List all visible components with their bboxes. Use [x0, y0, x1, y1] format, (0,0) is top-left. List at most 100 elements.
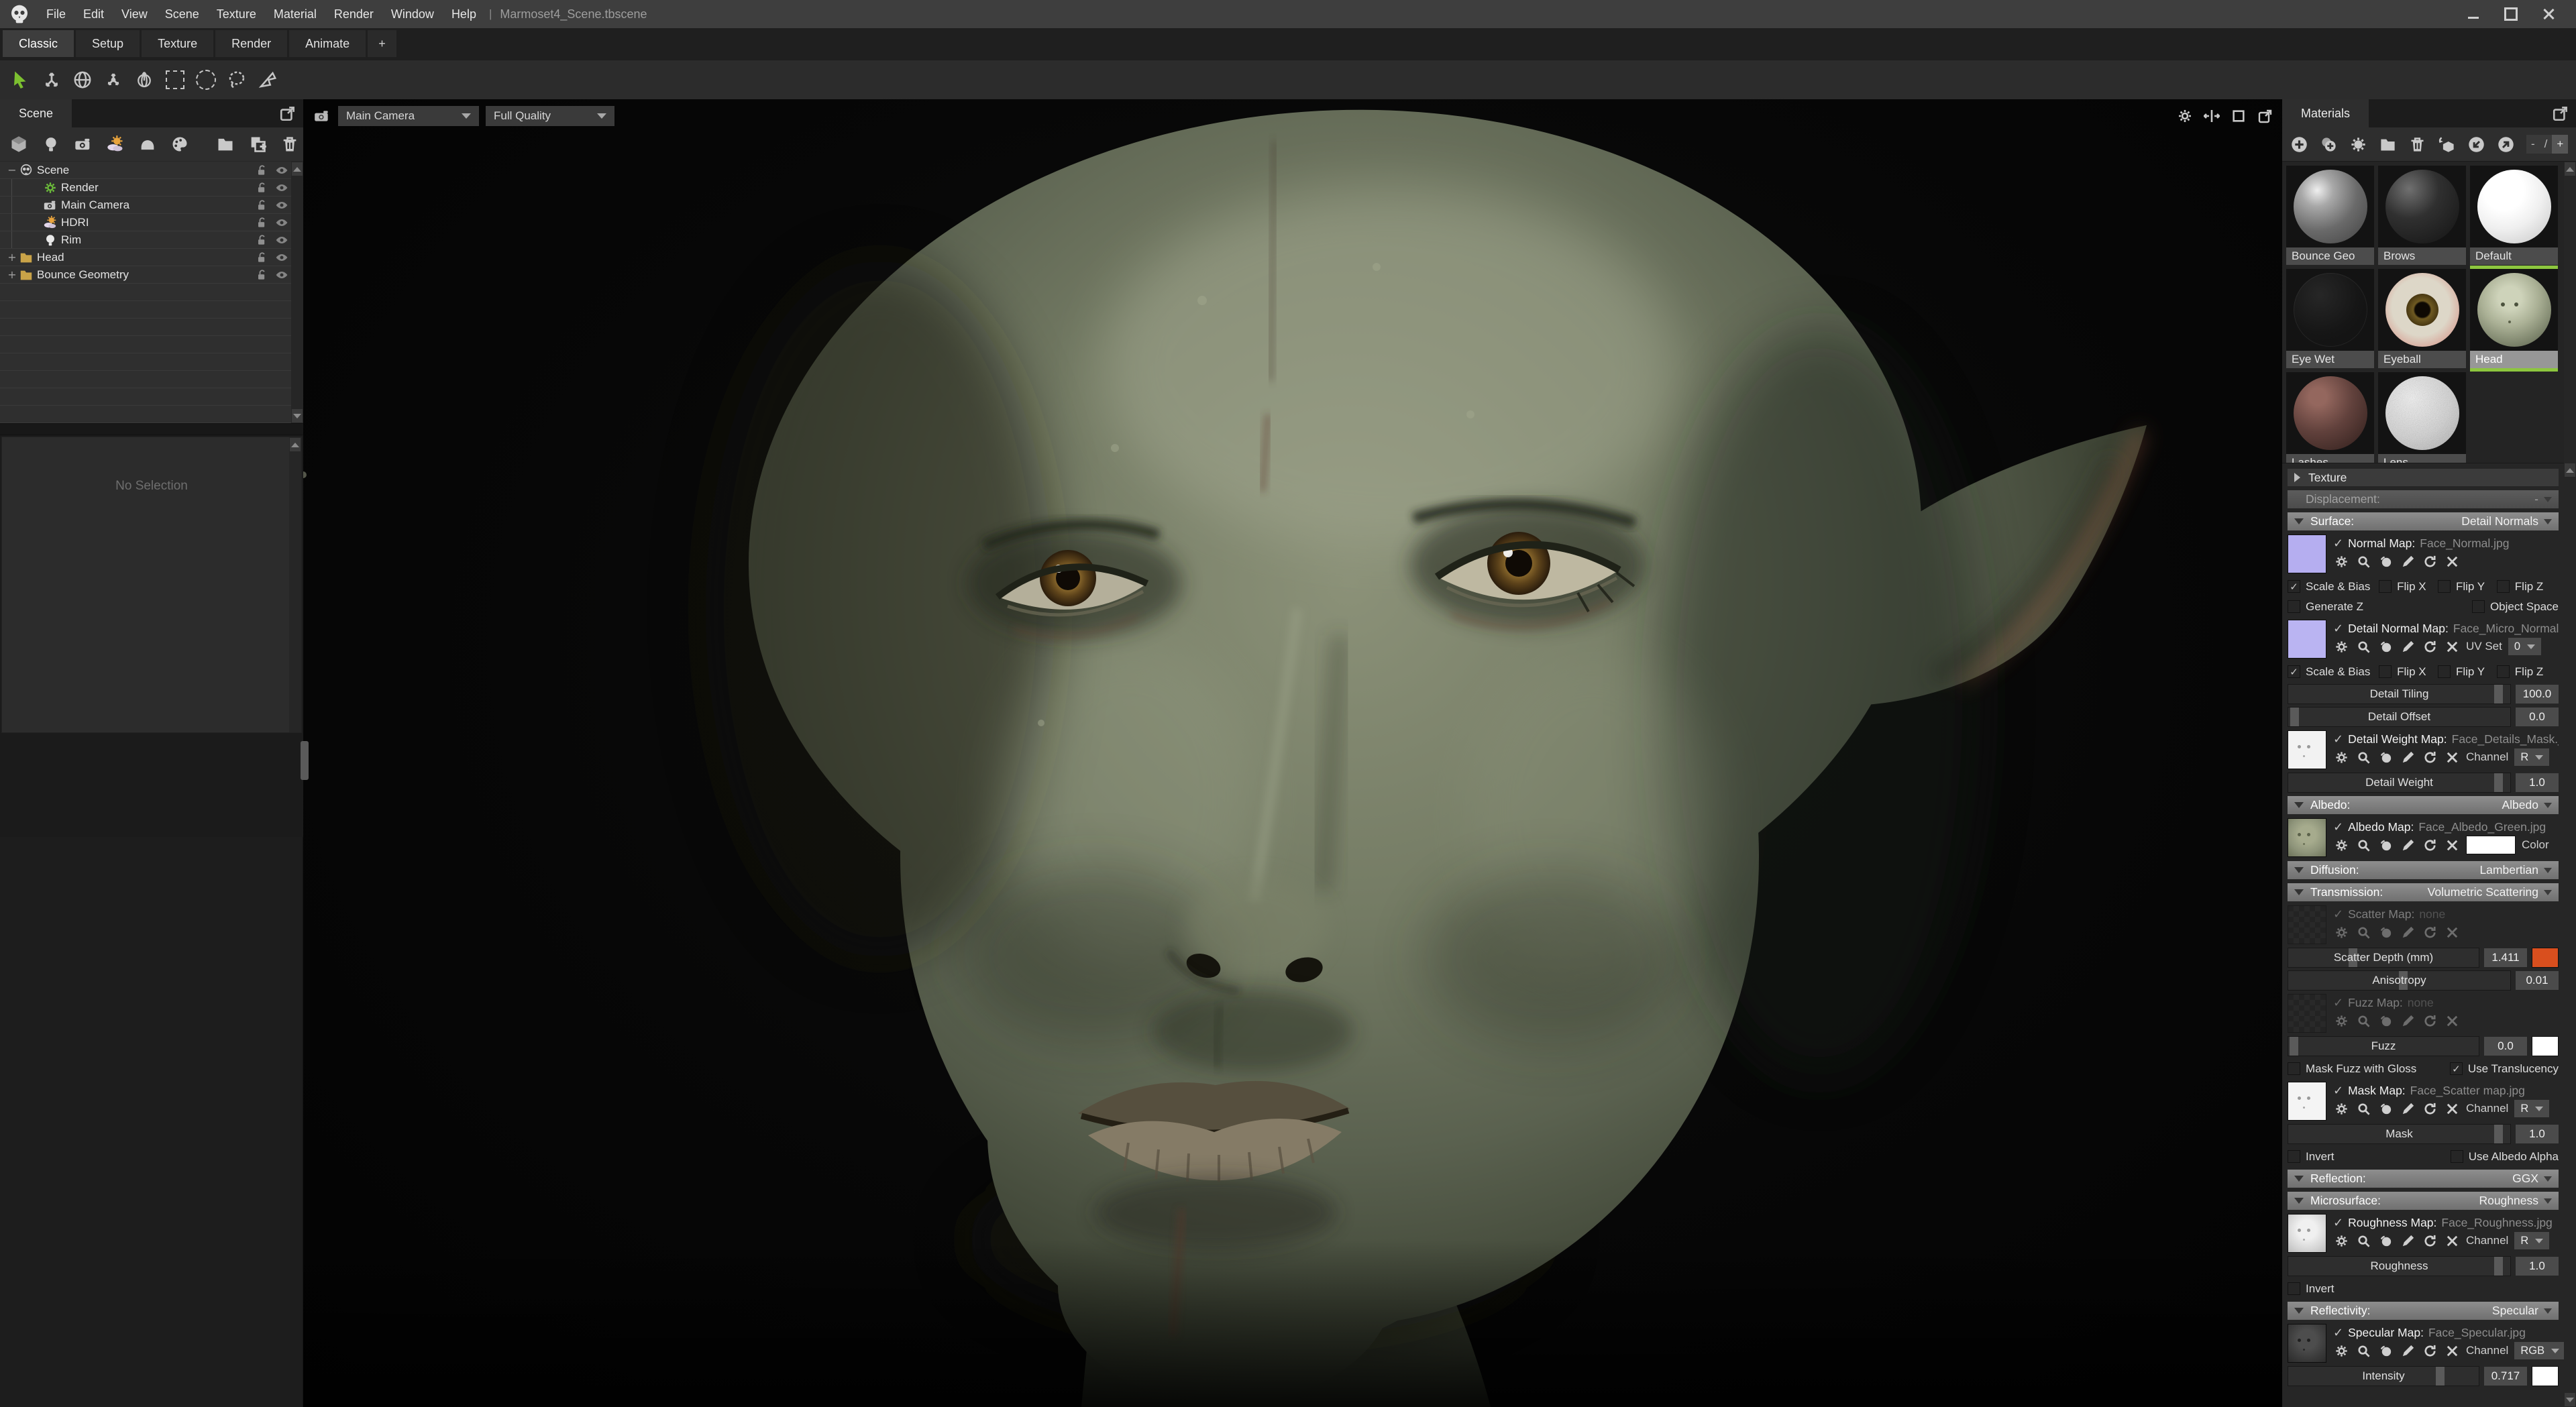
visibility-icon[interactable]	[275, 216, 288, 229]
section-header-displacement[interactable]: Displacement:-	[2288, 490, 2559, 508]
materials-panel-tab[interactable]: Materials	[2282, 99, 2369, 127]
preview-sphere-icon[interactable]	[2377, 1233, 2394, 1249]
assign-material-icon[interactable]	[2438, 135, 2456, 154]
minimize-button[interactable]	[2463, 4, 2483, 24]
close-button[interactable]	[2538, 4, 2559, 24]
reload-icon[interactable]	[2422, 1101, 2438, 1117]
preview-sphere-icon[interactable]	[2377, 924, 2394, 940]
clear-icon[interactable]	[2444, 749, 2460, 765]
slider-value[interactable]: 1.0	[2516, 1257, 2559, 1276]
settings-icon[interactable]	[2333, 638, 2349, 655]
checkbox-box[interactable]: ✓	[2288, 580, 2300, 593]
menu-help[interactable]: Help	[443, 0, 485, 28]
new-folder-icon[interactable]	[216, 135, 235, 154]
preview-sphere-icon[interactable]	[2377, 837, 2394, 853]
section-header-surface[interactable]: Surface:Detail Normals	[2288, 512, 2559, 530]
clear-icon[interactable]	[2444, 837, 2460, 853]
marquee-ellipse-tool[interactable]	[193, 67, 219, 93]
slider-track[interactable]: Fuzz	[2288, 1036, 2479, 1056]
slider-value[interactable]: 1.0	[2516, 773, 2559, 792]
checkbox-use-albedo-alpha[interactable]: Use Albedo Alpha	[2451, 1150, 2559, 1164]
map-enabled-checkbox[interactable]: ✓	[2333, 820, 2343, 834]
map-enabled-checkbox[interactable]: ✓	[2333, 1084, 2343, 1098]
material-eyeball[interactable]: Eyeball	[2378, 269, 2466, 368]
material-default[interactable]: Default	[2470, 166, 2558, 265]
checkbox-box[interactable]: ✓	[2450, 1062, 2463, 1075]
map-thumbnail-normal2[interactable]	[2288, 620, 2326, 659]
slider-value[interactable]: 100.0	[2516, 685, 2559, 704]
tree-item-bounce-geometry[interactable]: +Bounce Geometry	[0, 266, 303, 284]
map-filename[interactable]: none	[2408, 996, 2434, 1010]
checkbox-scale-&-bias[interactable]: ✓Scale & Bias	[2288, 665, 2379, 679]
color-swatch[interactable]	[2532, 1036, 2559, 1056]
checkbox-use-translucency[interactable]: ✓Use Translucency	[2450, 1062, 2559, 1076]
material-bounce-geo[interactable]: Bounce Geo	[2286, 166, 2374, 265]
slider-value[interactable]: 1.0	[2516, 1125, 2559, 1143]
tree-item-hdri[interactable]: HDRI	[0, 214, 303, 231]
checkbox-scale-&-bias[interactable]: ✓Scale & Bias	[2288, 580, 2379, 594]
visibility-icon[interactable]	[275, 251, 288, 264]
slider-value[interactable]: 0.01	[2516, 971, 2559, 990]
checkbox-flip-y[interactable]: Flip Y	[2438, 580, 2497, 594]
rotate-tool[interactable]	[70, 67, 95, 93]
duplicate-icon[interactable]	[248, 135, 267, 154]
menu-view[interactable]: View	[113, 0, 156, 28]
dock-resize-handle[interactable]	[301, 741, 309, 780]
menu-window[interactable]: Window	[382, 0, 443, 28]
map-filename[interactable]: Face_Albedo_Green.jpg	[2418, 820, 2546, 834]
add-fog-icon[interactable]	[138, 135, 157, 154]
map-thumbnail-maskdots[interactable]	[2288, 1082, 2326, 1121]
edit-icon[interactable]	[2400, 553, 2416, 569]
edit-icon[interactable]	[2400, 749, 2416, 765]
lock-icon[interactable]	[255, 233, 268, 247]
map-enabled-checkbox[interactable]: ✓	[2333, 1216, 2343, 1230]
scene-panel-tab[interactable]: Scene	[0, 99, 72, 127]
checkbox-flip-z[interactable]: Flip Z	[2497, 665, 2559, 679]
scene-tree-scrollbar[interactable]	[291, 162, 303, 423]
preview-sphere-icon[interactable]	[2377, 553, 2394, 569]
settings-icon[interactable]	[2333, 924, 2349, 940]
search-icon[interactable]	[2355, 1233, 2371, 1249]
section-mode-value[interactable]: GGX	[2512, 1172, 2538, 1186]
popout-panel-icon[interactable]	[2552, 105, 2569, 122]
map-enabled-checkbox[interactable]: ✓	[2333, 732, 2343, 746]
map-enabled-checkbox[interactable]: ✓	[2333, 996, 2343, 1010]
reload-icon[interactable]	[2422, 924, 2438, 940]
map-thumbnail-spec[interactable]	[2288, 1324, 2326, 1363]
edit-icon[interactable]	[2400, 1101, 2416, 1117]
checkbox-box[interactable]	[2438, 580, 2451, 593]
section-mode-value[interactable]: -	[2534, 492, 2538, 506]
new-folder-icon[interactable]	[2379, 135, 2397, 154]
material-properties-scrollbar[interactable]	[2564, 463, 2576, 1407]
checkbox-box[interactable]	[2451, 1150, 2463, 1163]
lasso-tool[interactable]	[224, 67, 250, 93]
export-material-icon[interactable]	[2497, 135, 2515, 154]
add-sky-icon[interactable]	[106, 135, 125, 154]
search-icon[interactable]	[2355, 1013, 2371, 1029]
color-swatch[interactable]	[2532, 948, 2559, 968]
thumbnail-size-control[interactable]: -/+	[2526, 135, 2568, 154]
refresh-materials-icon[interactable]	[2349, 135, 2367, 154]
visibility-icon[interactable]	[275, 164, 288, 177]
checkbox-box[interactable]	[2379, 665, 2392, 678]
popout-view-icon[interactable]	[2257, 107, 2274, 125]
preview-sphere-icon[interactable]	[2377, 1101, 2394, 1117]
size-minus[interactable]: -	[2526, 135, 2540, 154]
delete-icon[interactable]	[2408, 135, 2426, 154]
tree-expander[interactable]: −	[5, 164, 19, 176]
workspace-tab-animate[interactable]: Animate	[289, 30, 366, 57]
translate-tool[interactable]	[39, 67, 64, 93]
section-mode-value[interactable]: Detail Normals	[2461, 514, 2538, 528]
edit-icon[interactable]	[2400, 924, 2416, 940]
map-filename[interactable]: Face_Normal.jpg	[2420, 537, 2509, 551]
settings-icon[interactable]	[2333, 1013, 2349, 1029]
split-view-icon[interactable]	[2203, 107, 2220, 125]
edit-icon[interactable]	[2400, 638, 2416, 655]
material-head[interactable]: Head	[2470, 269, 2558, 368]
menu-edit[interactable]: Edit	[74, 0, 113, 28]
map-enabled-checkbox[interactable]: ✓	[2333, 537, 2343, 551]
new-material-icon[interactable]	[2290, 135, 2308, 154]
menu-material[interactable]: Material	[265, 0, 325, 28]
settings-icon[interactable]	[2333, 553, 2349, 569]
section-mode-value[interactable]: Volumetric Scattering	[2428, 885, 2538, 899]
